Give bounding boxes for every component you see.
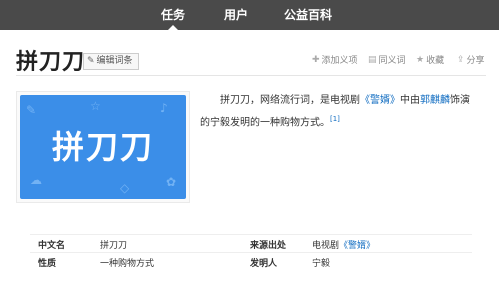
info-box-top-rule (30, 234, 472, 235)
synonyms-button[interactable]: ▤ 同义词 (368, 53, 406, 67)
title-divider (16, 75, 486, 76)
share-icon: ⇪ (457, 54, 465, 65)
nav-item-users[interactable]: 用户 (224, 0, 248, 30)
synonyms-label: 同义词 (378, 56, 406, 66)
info-label-nature: 性质 (38, 259, 57, 269)
info-label-source: 来源出处 (250, 241, 287, 251)
info-value-chinese-name: 拼刀刀 (100, 241, 128, 251)
share-label: 分享 (466, 56, 485, 66)
add-meaning-label: 添加义项 (321, 56, 358, 66)
summary-link-jingxu[interactable]: 《警婿》 (360, 95, 400, 106)
info-label-inventor: 发明人 (250, 259, 278, 269)
info-value-source-prefix: 电视剧 (312, 241, 340, 251)
favorite-label: 收藏 (426, 56, 445, 66)
summary-text: 中由 (400, 95, 420, 106)
nav-item-charity-wiki[interactable]: 公益百科 (284, 0, 332, 30)
pencil-icon: ✎ (87, 56, 95, 66)
nav-item-tasks[interactable]: 任务 (161, 0, 185, 30)
edit-entry-label: 编辑词条 (96, 56, 133, 66)
share-button[interactable]: ⇪ 分享 (457, 53, 485, 67)
info-link-jingxu[interactable]: 《警婿》 (339, 241, 375, 251)
image-caption-text: 拼刀刀 (51, 128, 154, 166)
summary-link-guo-qilin[interactable]: 郭麒麟 (420, 95, 450, 106)
summary-text: 拼刀刀，网络流行词，是电视剧 (220, 95, 360, 106)
edit-entry-button[interactable]: ✎ 编辑词条 (83, 53, 139, 70)
list-icon: ▤ (368, 54, 377, 65)
star-icon: ★ (416, 54, 425, 65)
info-value-source: 电视剧《警婿》 (312, 238, 375, 251)
top-navigation-bar: 任务 用户 公益百科 (0, 0, 499, 30)
reference-marker[interactable]: [1] (330, 115, 340, 123)
plus-icon: ✚ (312, 54, 320, 65)
entry-image-frame[interactable]: ✎ ♪ ☁ ✿ ☆ ◇ 拼刀刀 (16, 91, 190, 203)
entry-image: ✎ ♪ ☁ ✿ ☆ ◇ 拼刀刀 (20, 95, 186, 199)
entry-summary: 拼刀刀，网络流行词，是电视剧《警婿》中由郭麒麟饰演的宁毅发明的一种购物方式。[1… (200, 92, 470, 132)
info-label-chinese-name: 中文名 (38, 241, 66, 251)
info-value-inventor: 宁毅 (312, 259, 331, 269)
favorite-button[interactable]: ★ 收藏 (416, 53, 445, 67)
info-box-middle-rule (30, 252, 472, 253)
add-meaning-button[interactable]: ✚ 添加义项 (312, 53, 358, 67)
page-title: 拼刀刀 (16, 50, 86, 75)
info-value-nature: 一种购物方式 (100, 259, 155, 269)
